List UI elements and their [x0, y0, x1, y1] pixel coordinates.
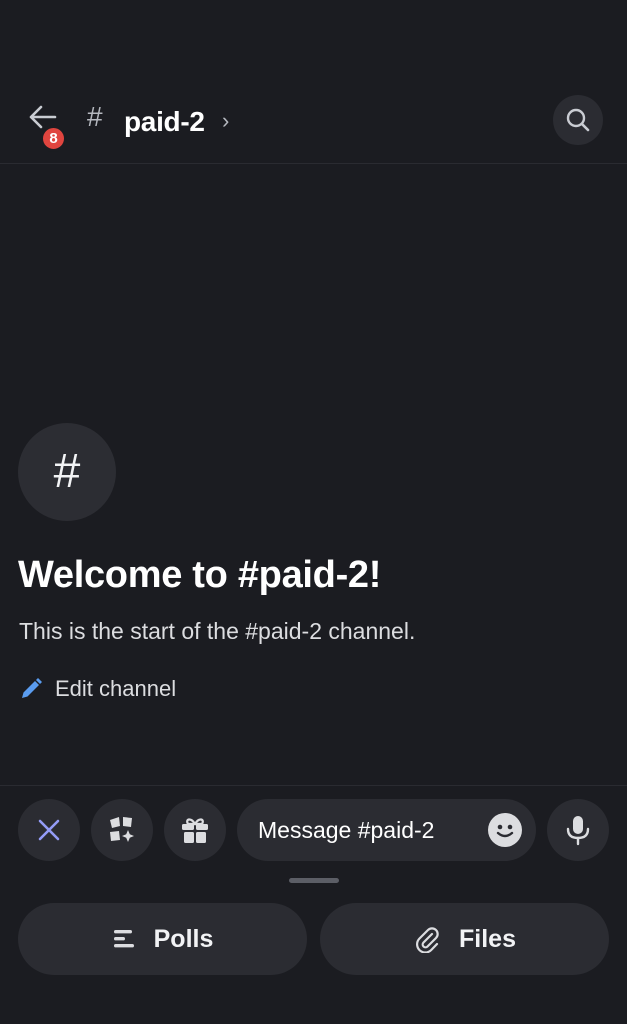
channel-title[interactable]: paid-2 [124, 106, 205, 138]
emoji-button[interactable] [488, 813, 522, 847]
search-icon [566, 108, 590, 132]
edit-channel-link[interactable]: Edit channel [19, 673, 176, 705]
gift-button[interactable] [164, 799, 226, 861]
files-label: Files [459, 924, 516, 953]
message-composer[interactable] [237, 799, 536, 861]
files-button[interactable]: Files [320, 903, 609, 975]
composer-divider [0, 785, 627, 786]
back-button[interactable]: 8 [22, 100, 67, 152]
close-icon [38, 819, 60, 841]
search-button[interactable] [553, 95, 603, 145]
channel-screen: 8 # paid-2 › # Welcome to #paid-2! This … [0, 0, 627, 1024]
microphone-icon [566, 816, 590, 846]
polls-label: Polls [153, 924, 214, 953]
paperclip-icon [413, 925, 441, 953]
close-button[interactable] [18, 799, 80, 861]
channel-avatar: # [18, 423, 116, 521]
welcome-subtitle: This is the start of the #paid-2 channel… [19, 618, 416, 644]
gift-icon [182, 818, 208, 843]
welcome-title: Welcome to #paid-2! [18, 554, 382, 596]
drag-handle[interactable] [289, 878, 339, 883]
polls-button[interactable]: Polls [18, 903, 307, 975]
microphone-button[interactable] [547, 799, 609, 861]
pencil-icon [22, 678, 42, 698]
unread-badge: 8 [40, 125, 67, 152]
apps-icon [110, 817, 134, 842]
polls-icon [112, 928, 136, 950]
edit-channel-label: Edit channel [55, 676, 177, 701]
channel-header: 8 # paid-2 › [0, 80, 627, 164]
hash-icon: # [53, 445, 81, 498]
message-input[interactable] [258, 816, 478, 844]
apps-button[interactable] [91, 799, 153, 861]
channel-hash-icon: # [87, 101, 103, 132]
emoji-icon [496, 824, 514, 838]
chevron-right-icon[interactable]: › [222, 109, 229, 133]
